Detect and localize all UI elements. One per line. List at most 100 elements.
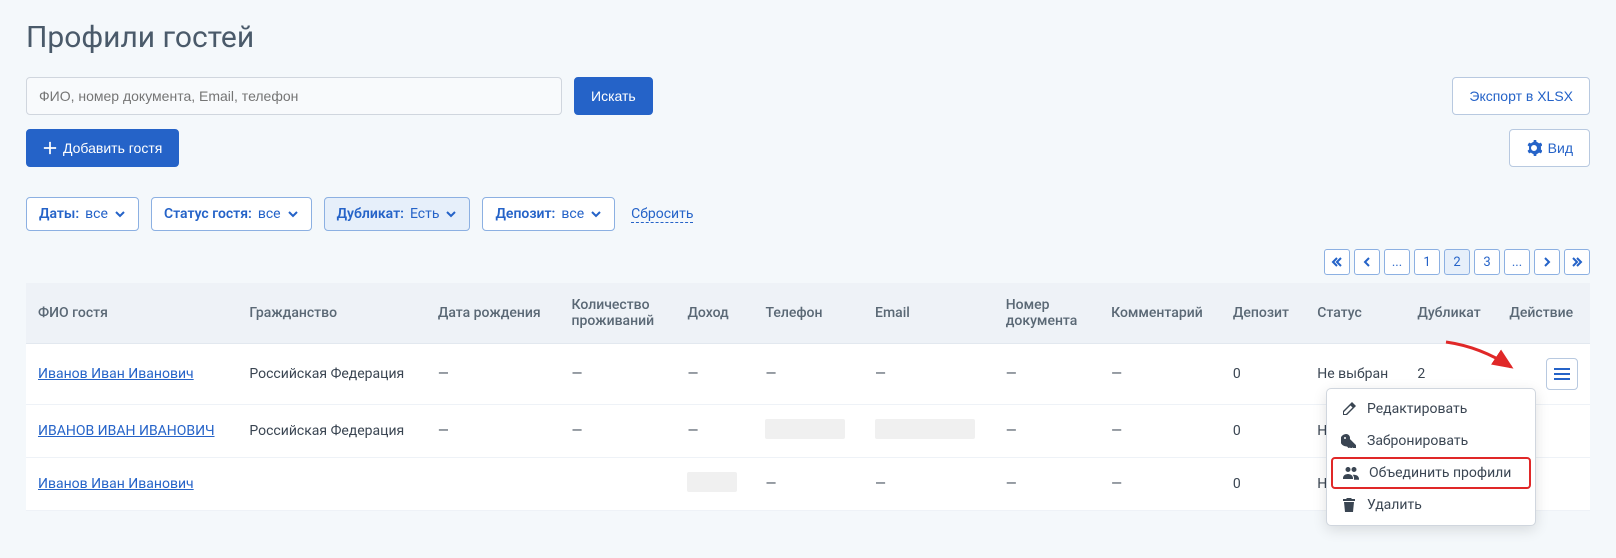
- row-actions-button[interactable]: [1546, 358, 1578, 390]
- cell-dob: —: [426, 405, 560, 458]
- cell-income: —: [675, 344, 753, 405]
- filter-deposit-label: Депозит:: [495, 206, 555, 222]
- pager-ellipsis[interactable]: ...: [1384, 249, 1410, 275]
- cell-stays: —: [560, 344, 676, 405]
- cell-stays: —: [560, 405, 676, 458]
- redacted-email: [875, 419, 975, 439]
- col-doc: Номер документа: [994, 283, 1099, 344]
- cell-comment: —: [1099, 458, 1221, 511]
- add-guest-label: Добавить гостя: [63, 140, 162, 156]
- col-comment: Комментарий: [1099, 283, 1221, 344]
- chevron-double-left-icon: [1331, 256, 1343, 268]
- cell-comment: —: [1099, 344, 1221, 405]
- filter-guest-status[interactable]: Статус гостя: все: [151, 197, 312, 231]
- menu-merge-label: Объединить профили: [1369, 465, 1511, 481]
- col-action: Действие: [1497, 283, 1590, 344]
- chevron-double-right-icon: [1571, 256, 1583, 268]
- pager-page-3[interactable]: 3: [1474, 249, 1500, 275]
- cell-citizenship: Российская Федерация: [237, 344, 426, 405]
- cell-stays: [560, 458, 676, 511]
- row-actions-menu: Редактировать Забронировать Объединить п…: [1326, 388, 1536, 526]
- menu-merge[interactable]: Объединить профили: [1331, 457, 1531, 489]
- cell-citizenship: Российская Федерация: [237, 405, 426, 458]
- col-stays: Количество проживаний: [560, 283, 676, 344]
- filter-status-value: все: [258, 206, 281, 222]
- menu-edit-label: Редактировать: [1367, 401, 1467, 417]
- menu-icon: [1554, 373, 1570, 375]
- pagination: ... 1 2 3 ...: [1324, 249, 1590, 275]
- cell-doc: —: [994, 405, 1099, 458]
- col-name: ФИО гостя: [26, 283, 237, 344]
- cell-deposit: 0: [1221, 344, 1305, 405]
- plus-icon: [43, 141, 57, 155]
- cell-dob: [426, 458, 560, 511]
- col-email: Email: [863, 283, 994, 344]
- key-icon: [1341, 433, 1357, 449]
- filter-dates-label: Даты:: [39, 206, 79, 222]
- col-deposit: Депозит: [1221, 283, 1305, 344]
- filter-deposit[interactable]: Депозит: все: [482, 197, 615, 231]
- pager-page-1[interactable]: 1: [1414, 249, 1440, 275]
- col-status: Статус: [1305, 283, 1405, 344]
- view-label: Вид: [1548, 140, 1573, 156]
- add-guest-button[interactable]: Добавить гостя: [26, 129, 179, 167]
- pager-first[interactable]: [1324, 249, 1350, 275]
- page-title: Профили гостей: [26, 20, 1590, 55]
- menu-delete[interactable]: Удалить: [1327, 489, 1535, 521]
- chevron-left-icon: [1361, 256, 1373, 268]
- reset-filters-link[interactable]: Сбросить: [631, 206, 693, 223]
- pencil-icon: [1341, 401, 1357, 417]
- trash-icon: [1341, 497, 1357, 513]
- guest-name-link[interactable]: ИВАНОВ ИВАН ИВАНОВИЧ: [38, 423, 215, 439]
- cell-doc: —: [994, 344, 1099, 405]
- cell-email: —: [863, 458, 994, 511]
- pager-prev[interactable]: [1354, 249, 1380, 275]
- col-dob: Дата рождения: [426, 283, 560, 344]
- search-input[interactable]: [26, 77, 562, 115]
- pager-page-2[interactable]: 2: [1444, 249, 1470, 275]
- cell-phone: —: [753, 344, 863, 405]
- cell-deposit: 0: [1221, 458, 1305, 511]
- cell-income: [675, 458, 753, 511]
- people-icon: [1343, 465, 1359, 481]
- cell-income: —: [675, 405, 753, 458]
- cell-deposit: 0: [1221, 405, 1305, 458]
- export-xlsx-button[interactable]: Экспорт в XLSX: [1452, 77, 1590, 115]
- col-duplicate: Дубликат: [1405, 283, 1497, 344]
- chevron-down-icon: [287, 208, 299, 220]
- filter-dates[interactable]: Даты: все: [26, 197, 139, 231]
- cell-phone: [753, 405, 863, 458]
- pager-ellipsis[interactable]: ...: [1504, 249, 1530, 275]
- cell-citizenship: [237, 458, 426, 511]
- filter-dates-value: все: [85, 206, 108, 222]
- col-phone: Телефон: [753, 283, 863, 344]
- view-button[interactable]: Вид: [1509, 129, 1590, 167]
- redacted-phone: [765, 419, 845, 439]
- chevron-down-icon: [114, 208, 126, 220]
- gear-icon: [1526, 140, 1542, 156]
- col-citizenship: Гражданство: [237, 283, 426, 344]
- chevron-right-icon: [1541, 256, 1553, 268]
- cell-doc: —: [994, 458, 1099, 511]
- menu-delete-label: Удалить: [1367, 497, 1422, 513]
- pager-next[interactable]: [1534, 249, 1560, 275]
- cell-phone: —: [753, 458, 863, 511]
- redacted-income: [687, 472, 737, 492]
- search-button[interactable]: Искать: [574, 77, 653, 115]
- filter-deposit-value: все: [561, 206, 584, 222]
- chevron-down-icon: [445, 208, 457, 220]
- cell-comment: —: [1099, 405, 1221, 458]
- filter-duplicate-value: Есть: [410, 206, 440, 222]
- guest-name-link[interactable]: Иванов Иван Иванович: [38, 366, 194, 382]
- cell-email: —: [863, 344, 994, 405]
- filter-duplicate[interactable]: Дубликат: Есть: [324, 197, 471, 231]
- pager-last[interactable]: [1564, 249, 1590, 275]
- guest-name-link[interactable]: Иванов Иван Иванович: [38, 476, 194, 492]
- cell-email: [863, 405, 994, 458]
- chevron-down-icon: [590, 208, 602, 220]
- menu-edit[interactable]: Редактировать: [1327, 393, 1535, 425]
- cell-dob: —: [426, 344, 560, 405]
- col-income: Доход: [675, 283, 753, 344]
- menu-book-label: Забронировать: [1367, 433, 1468, 449]
- menu-book[interactable]: Забронировать: [1327, 425, 1535, 457]
